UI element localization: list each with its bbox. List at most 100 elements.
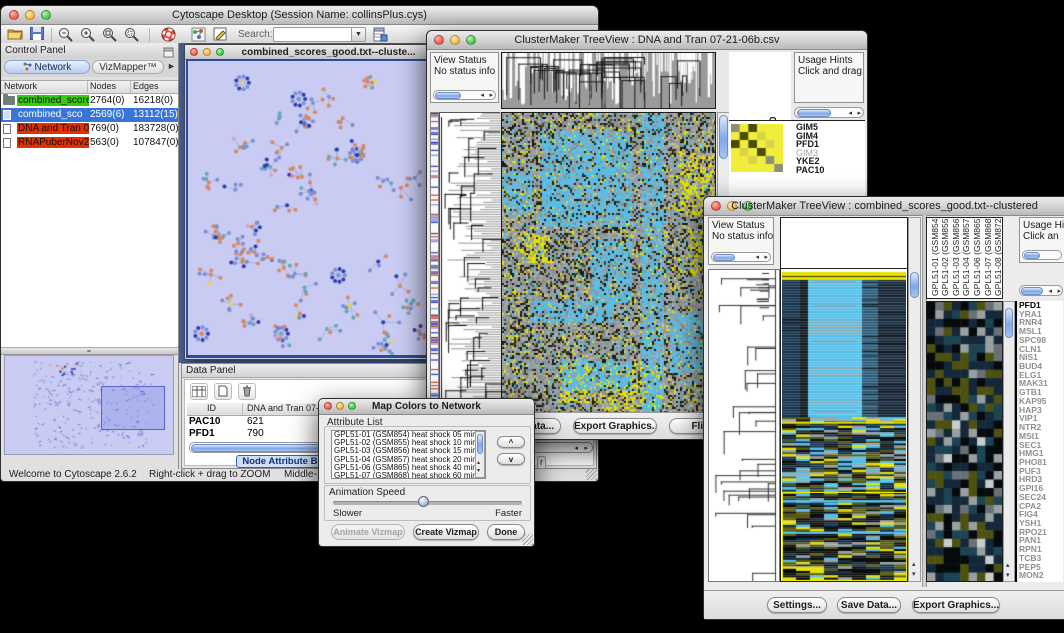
zoom-selected-icon[interactable]	[123, 27, 141, 44]
zoom-out-icon[interactable]	[57, 27, 75, 44]
delete-attribute-icon[interactable]	[238, 383, 256, 400]
table-import-icon[interactable]	[371, 27, 389, 44]
scroll-down-icon[interactable]: ▾	[912, 570, 916, 579]
tv2-row-dendrogram[interactable]	[708, 269, 780, 582]
attribute-list-scrollbar[interactable]: ▴ ▾	[475, 431, 485, 478]
tab-fragment[interactable]: r	[537, 456, 546, 469]
attribute-select-icon[interactable]	[190, 383, 208, 400]
zoom-in-icon[interactable]	[79, 27, 97, 44]
move-up-button[interactable]: ^	[497, 436, 525, 448]
vscroll-thumb[interactable]	[1005, 308, 1013, 338]
birdseye-view[interactable]	[4, 355, 174, 455]
create-vizmap-button[interactable]: Create Vizmap	[413, 524, 479, 540]
new-attribute-icon[interactable]	[214, 383, 232, 400]
export-graphics-button[interactable]: Export Graphics...	[573, 418, 657, 434]
tab-overflow-icon[interactable]: ►	[167, 61, 176, 71]
scroll-left-icon[interactable]: ◂	[480, 91, 484, 100]
column-label[interactable]: GPL51-07 (GSM868)	[984, 217, 993, 296]
tv2-global-heatmap-panel[interactable]	[780, 217, 908, 582]
column-label[interactable]: GPL51-08 (GSM872)	[994, 217, 1003, 296]
tv2-vscrollbar-1[interactable]: ▴ ▾	[908, 217, 921, 582]
map-colors-dialog: Map Colors to Network Attribute List GPL…	[318, 398, 535, 547]
tv1-column-dendrogram[interactable]	[501, 52, 716, 109]
viewport-rectangle[interactable]	[101, 386, 165, 430]
zoom-button[interactable]	[216, 48, 224, 56]
tv2-view-status: View Status No status info ◂ ▸	[708, 217, 774, 265]
scroll-left-icon[interactable]: ◂	[848, 109, 852, 118]
zoom-fit-icon[interactable]	[101, 27, 119, 44]
gene-label[interactable]: MON2	[1019, 571, 1063, 580]
move-down-button[interactable]: v	[497, 453, 525, 465]
tv1-usage-scrollbar[interactable]: ◂ ▸	[794, 107, 864, 118]
tv2-titlebar[interactable]: ClusterMaker TreeView : combined_scores_…	[704, 197, 1064, 216]
control-panel: Control Panel Network VizMapper™ ► Netwo…	[1, 43, 179, 469]
open-file-icon[interactable]	[6, 27, 24, 44]
resize-grip[interactable]	[586, 469, 597, 480]
speed-slider-thumb[interactable]	[418, 496, 429, 507]
close-button[interactable]	[190, 48, 198, 56]
attribute-item[interactable]: GPL51-07 (GSM868) heat shock 60 min	[334, 472, 485, 479]
network-icon	[3, 110, 11, 120]
network-icon	[3, 96, 15, 105]
scroll-up-icon[interactable]: ▴	[912, 560, 916, 569]
settings-button[interactable]: Settings...	[767, 597, 827, 613]
tv1-global-heatmap[interactable]	[501, 112, 716, 413]
animate-vizmap-button[interactable]: Animate Vizmap	[331, 524, 405, 540]
dialog-titlebar[interactable]: Map Colors to Network	[319, 399, 534, 415]
tv1-similarity-matrix[interactable]	[731, 124, 783, 172]
network1-titlebar[interactable]: combined_scores_good.txt--cluste...	[185, 45, 432, 60]
minimize-button[interactable]	[203, 48, 211, 56]
column-label[interactable]: GPL51-01 (GSM854)	[931, 217, 940, 296]
network-canvas-1[interactable]	[188, 61, 429, 355]
column-label[interactable]: GPL51-02 (GSM855)	[941, 217, 950, 296]
animation-speed-group: Animation Speed Slower Faster	[324, 485, 531, 521]
column-label[interactable]: GPL51-06 (GSM865)	[973, 217, 982, 296]
scroll-right-icon[interactable]: ▸	[584, 444, 588, 453]
gene-label[interactable]: PAC10	[796, 166, 824, 175]
network-row[interactable]: combined_sco 2569(6) 13112(15)	[1, 108, 178, 122]
vizmapper-icon[interactable]	[189, 27, 207, 44]
scroll-left-icon[interactable]: ◂	[574, 444, 578, 453]
main-titlebar[interactable]: Cytoscape Desktop (Session Name: collins…	[1, 6, 598, 25]
tv2-zoom-heatmap[interactable]	[926, 301, 1003, 582]
annotation-icon[interactable]	[211, 27, 229, 44]
scroll-right-icon[interactable]: ▸	[764, 253, 768, 262]
status-scrollbar[interactable]: ◂ ▸	[433, 90, 496, 100]
panel-divider[interactable]	[1, 347, 178, 355]
status-scrollbar[interactable]: ◂ ▸	[711, 252, 771, 262]
scroll-right-icon[interactable]: ▸	[1057, 287, 1061, 296]
tv1-row-dendrogram[interactable]	[439, 112, 500, 413]
scroll-up-icon[interactable]: ▴	[1006, 561, 1010, 570]
network-window-1[interactable]: combined_scores_good.txt--cluste...	[184, 44, 433, 360]
scroll-right-icon[interactable]: ▸	[489, 91, 493, 100]
scroll-left-icon[interactable]: ◂	[755, 253, 759, 262]
tv2-vscrollbar-2[interactable]: ▴ ▾	[1003, 301, 1015, 582]
tab-network[interactable]: Network	[4, 60, 90, 74]
search-input[interactable]	[273, 27, 353, 42]
column-label[interactable]: GPL51-03 (GSM856)	[952, 217, 961, 296]
search-dropdown-icon[interactable]: ▼	[351, 27, 366, 42]
tab-vizmapper[interactable]: VizMapper™	[92, 60, 164, 74]
vscroll-thumb[interactable]	[719, 115, 728, 159]
export-graphics-button[interactable]: Export Graphics...	[912, 597, 1000, 613]
network-row[interactable]: RNAPuberNov2+ 563(0) 107847(0)	[1, 136, 178, 150]
tv2-gene-hscrollbar[interactable]: ◂ ▸	[1019, 285, 1063, 296]
save-data-button[interactable]: Save Data...	[837, 597, 901, 613]
scroll-left-icon[interactable]: ◂	[1048, 287, 1052, 296]
done-button[interactable]: Done	[487, 524, 525, 540]
attribute-list[interactable]: GPL51-01 (GSM854) heat shock 05 minGPL51…	[331, 430, 486, 479]
usage-scrollbar[interactable]	[1022, 250, 1062, 260]
scroll-down-icon[interactable]: ▾	[477, 467, 480, 476]
save-icon[interactable]	[28, 27, 46, 44]
network-table-header[interactable]: Network Nodes Edges	[1, 81, 178, 94]
tv1-titlebar[interactable]: ClusterMaker TreeView : DNA and Tran 07-…	[427, 31, 867, 50]
scroll-right-icon[interactable]: ▸	[857, 109, 861, 118]
network-row[interactable]: DNA and Tran 07 769(0) 183728(0)	[1, 122, 178, 136]
vscroll-thumb[interactable]	[910, 272, 919, 298]
help-lifesaver-icon[interactable]	[159, 27, 177, 44]
scroll-down-icon[interactable]: ▾	[1006, 571, 1010, 580]
dialog-resize-grip[interactable]	[522, 534, 533, 545]
network-row[interactable]: combined_scores_ 2764(0) 16218(0)	[1, 94, 178, 108]
selection-rectangle[interactable]	[782, 492, 907, 581]
column-label[interactable]: GPL51-04 (GSM857)	[962, 217, 971, 296]
